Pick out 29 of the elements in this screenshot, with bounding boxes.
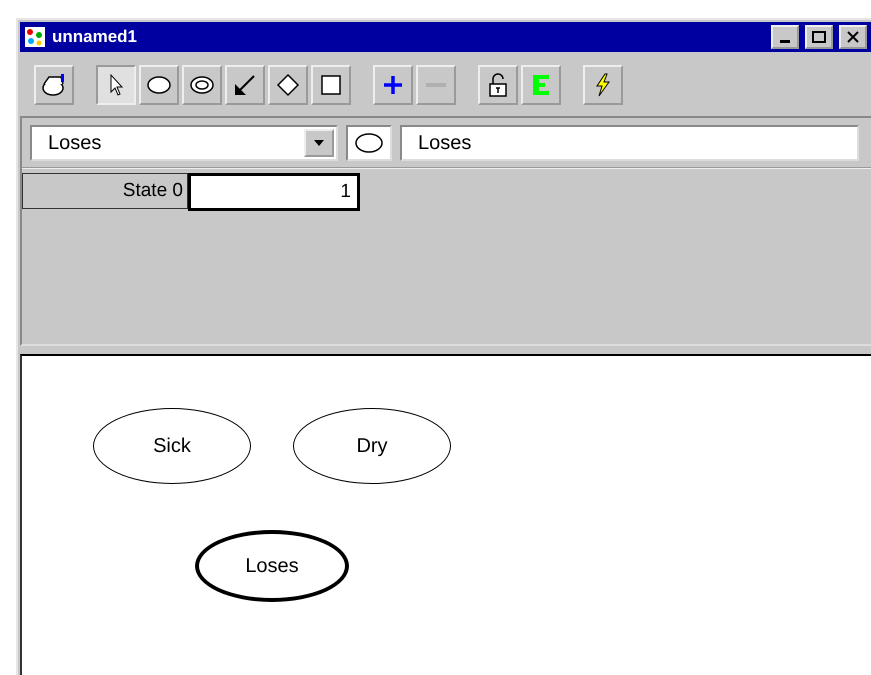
arrow-tool-button[interactable] (225, 65, 265, 105)
plus-tool-button[interactable] (373, 65, 413, 105)
bolt-tool-button[interactable] (583, 65, 623, 105)
pot-icon (41, 72, 67, 98)
node-name-field[interactable]: Loses (400, 125, 859, 161)
close-icon (847, 31, 859, 43)
maximize-button[interactable] (805, 25, 833, 49)
node-dropdown[interactable]: Loses (30, 125, 338, 161)
network-node[interactable]: Loses (195, 530, 349, 602)
state-label: State 0 (22, 173, 188, 209)
diamond-icon (275, 72, 301, 98)
ellipse-tool-button[interactable] (139, 65, 179, 105)
minimize-icon (780, 40, 790, 42)
double-ellipse-tool-button[interactable] (182, 65, 222, 105)
ellipse-icon (354, 132, 384, 154)
square-tool-button[interactable] (311, 65, 351, 105)
diamond-tool-button[interactable] (268, 65, 308, 105)
pointer-tool-button[interactable] (96, 65, 136, 105)
network-node[interactable]: Sick (93, 408, 251, 484)
app-icon (24, 26, 46, 48)
lock-tool-button[interactable] (478, 65, 518, 105)
state-value-field[interactable]: 1 (188, 173, 360, 211)
network-node[interactable]: Dry (293, 408, 451, 484)
bag-tool-button[interactable] (34, 65, 74, 105)
close-button[interactable] (839, 25, 867, 49)
minimize-button[interactable] (771, 25, 799, 49)
maximize-icon (812, 31, 826, 43)
dropdown-arrow-icon (313, 139, 325, 147)
window-title: unnamed1 (52, 27, 138, 47)
